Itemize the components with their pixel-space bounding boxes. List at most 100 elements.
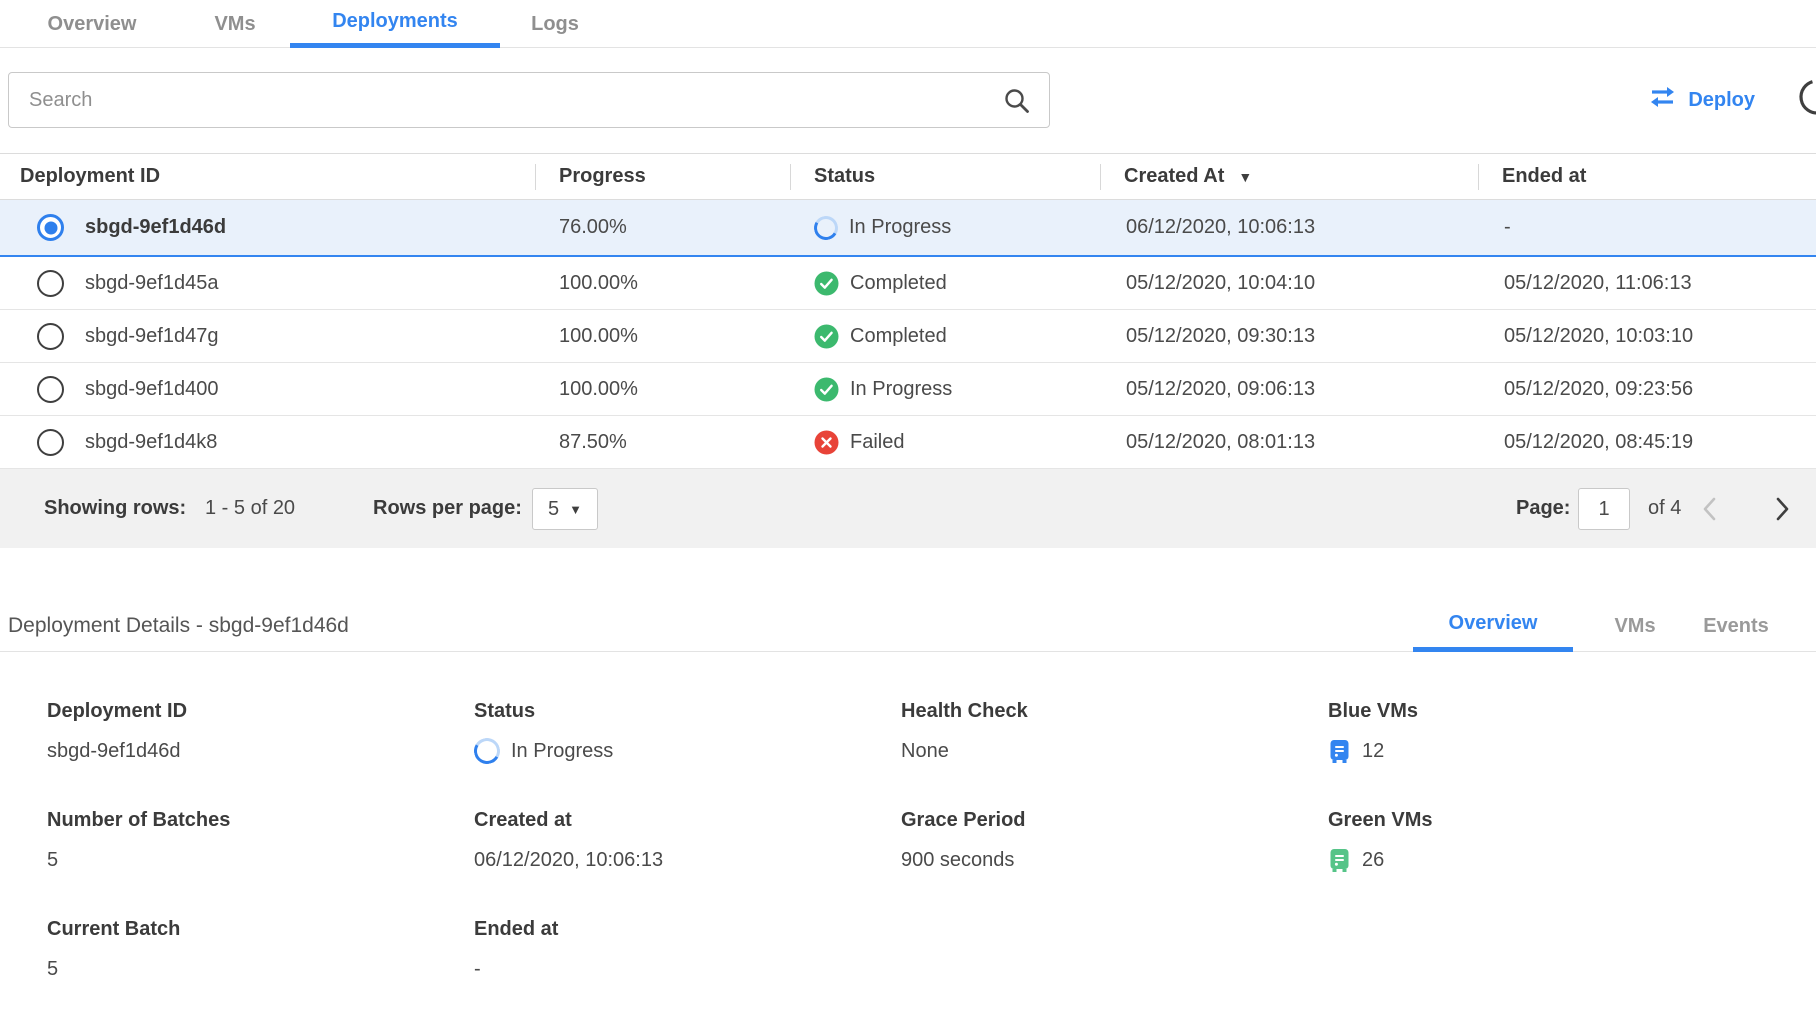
detail-field: Health Check None: [901, 700, 1328, 809]
rows-per-page-select[interactable]: 5 ▼: [532, 488, 598, 530]
detail-field-label: Number of Batches: [47, 809, 474, 832]
details-fields: Deployment ID sbgd-9ef1d46d Status In Pr…: [47, 700, 1755, 1027]
tab-overview[interactable]: Overview: [30, 0, 154, 48]
details-tab-overview[interactable]: Overview: [1413, 600, 1573, 652]
detail-field-value: sbgd-9ef1d46d: [47, 736, 474, 766]
detail-field: Green VMs 26: [1328, 809, 1755, 918]
ended-at-cell: 05/12/2020, 11:06:13: [1478, 272, 1816, 295]
status-spinner-icon: [814, 216, 838, 240]
table-footer: Showing rows: 1 - 5 of 20 Rows per page:…: [0, 469, 1816, 548]
table-row[interactable]: sbgd-9ef1d4k8 87.50% Failed 05/12/2020, …: [0, 416, 1816, 469]
col-header-progress[interactable]: Progress: [535, 154, 790, 199]
detail-field-label: Green VMs: [1328, 809, 1755, 832]
status-cell: Completed: [790, 271, 1100, 296]
detail-field: Ended at -: [474, 918, 901, 1027]
deployment-id-cell: sbgd-9ef1d47g: [0, 323, 535, 350]
tab-deployments[interactable]: Deployments: [290, 0, 500, 48]
completed-check-icon: [814, 271, 839, 296]
deploy-button[interactable]: Deploy: [1649, 80, 1755, 120]
status-check-icon: [814, 324, 839, 349]
ended-at-cell: 05/12/2020, 10:03:10: [1478, 325, 1816, 348]
detail-field: Deployment ID sbgd-9ef1d46d: [47, 700, 474, 809]
rows-per-page-value: 5: [548, 498, 559, 521]
previous-page-button[interactable]: [1700, 469, 1720, 548]
deployment-id-text: sbgd-9ef1d400: [85, 378, 218, 401]
deployments-table: Deployment ID Progress Status Created At…: [0, 153, 1816, 469]
detail-field-value: 12: [1328, 736, 1755, 766]
next-page-button[interactable]: [1772, 469, 1792, 548]
completed-check-icon: [814, 324, 839, 349]
deploy-swap-arrows-icon: [1649, 86, 1676, 114]
status-cell: Failed: [790, 430, 1100, 455]
ended-at-cell: 05/12/2020, 08:45:19: [1478, 431, 1816, 454]
page-label: Page:: [1516, 469, 1570, 548]
deploy-button-label: Deploy: [1688, 89, 1755, 112]
tab-logs[interactable]: Logs: [520, 0, 590, 48]
detail-field-value: 900 seconds: [901, 845, 1328, 875]
detail-field: Status In Progress: [474, 700, 901, 809]
table-header-row: Deployment ID Progress Status Created At…: [0, 153, 1816, 200]
created-at-cell: 05/12/2020, 08:01:13: [1100, 431, 1478, 454]
detail-field-value: 26: [1328, 845, 1755, 875]
col-header-label: Progress: [559, 165, 646, 188]
deployment-id-cell: sbgd-9ef1d4k8: [0, 429, 535, 456]
detail-field-label: Grace Period: [901, 809, 1328, 832]
search-box: [8, 72, 1050, 128]
row-select-radio[interactable]: [37, 376, 64, 403]
detail-field-label: Current Batch: [47, 918, 474, 941]
details-title: Deployment Details - sbgd-9ef1d46d: [8, 614, 349, 638]
refresh-icon[interactable]: [1796, 76, 1816, 126]
page-number-input[interactable]: [1578, 488, 1630, 530]
col-header-status[interactable]: Status: [790, 154, 1100, 199]
status-cell: Completed: [790, 324, 1100, 349]
status-cell: In Progress: [790, 216, 1100, 240]
completed-check-icon: [814, 377, 839, 402]
failed-x-icon: [814, 430, 839, 455]
tab-vms[interactable]: VMs: [200, 0, 270, 48]
table-row[interactable]: sbgd-9ef1d47g 100.00% Completed 05/12/20…: [0, 310, 1816, 363]
search-input[interactable]: [9, 73, 1049, 127]
col-header-deployment-id[interactable]: Deployment ID: [0, 154, 535, 199]
detail-field-label: Blue VMs: [1328, 700, 1755, 723]
detail-field: Created at 06/12/2020, 10:06:13: [474, 809, 901, 918]
detail-field-label: Deployment ID: [47, 700, 474, 723]
col-header-created-at[interactable]: Created At ▼: [1100, 154, 1478, 199]
deployment-id-text: sbgd-9ef1d4k8: [85, 431, 217, 454]
row-select-radio[interactable]: [37, 214, 64, 241]
row-select-radio[interactable]: [37, 429, 64, 456]
col-header-label: Deployment ID: [20, 165, 160, 188]
detail-value-text: 26: [1362, 849, 1384, 872]
detail-value-text: In Progress: [511, 740, 613, 763]
created-at-cell: 06/12/2020, 10:06:13: [1100, 216, 1478, 239]
deployments-page: { "top_tabs": [ { "label": "Overview", "…: [0, 0, 1816, 992]
status-check-icon: [814, 271, 839, 296]
details-header: Deployment Details - sbgd-9ef1d46d Overv…: [0, 600, 1816, 652]
col-header-ended-at[interactable]: Ended at: [1478, 154, 1816, 199]
search-icon: [1003, 87, 1031, 121]
row-select-radio[interactable]: [37, 323, 64, 350]
status-text: Completed: [850, 325, 947, 348]
rows-per-page-label: Rows per page:: [373, 469, 522, 548]
col-header-label: Ended at: [1502, 165, 1586, 188]
created-at-cell: 05/12/2020, 09:06:13: [1100, 378, 1478, 401]
table-row[interactable]: sbgd-9ef1d45a 100.00% Completed 05/12/20…: [0, 257, 1816, 310]
details-tab-events[interactable]: Events: [1692, 600, 1780, 652]
status-text: Failed: [850, 431, 904, 454]
status-cell: In Progress: [790, 377, 1100, 402]
created-at-cell: 05/12/2020, 10:04:10: [1100, 272, 1478, 295]
table-row[interactable]: sbgd-9ef1d46d 76.00% In Progress 06/12/2…: [0, 200, 1816, 257]
table-row[interactable]: sbgd-9ef1d400 100.00% In Progress 05/12/…: [0, 363, 1816, 416]
in-progress-spinner-icon: [471, 735, 503, 767]
detail-field: Blue VMs 12: [1328, 700, 1755, 809]
detail-field-value: -: [474, 954, 901, 984]
details-tab-vms[interactable]: VMs: [1598, 600, 1672, 652]
deployment-id-text: sbgd-9ef1d45a: [85, 272, 218, 295]
detail-field-label: Created at: [474, 809, 901, 832]
col-header-label: Created At: [1124, 165, 1224, 188]
row-select-radio[interactable]: [37, 270, 64, 297]
page-total: of 4: [1648, 469, 1681, 548]
in-progress-spinner-icon: [811, 213, 840, 242]
sort-desc-icon[interactable]: ▼: [1238, 169, 1252, 185]
detail-field-label: Health Check: [901, 700, 1328, 723]
detail-field: Current Batch 5: [47, 918, 474, 1027]
